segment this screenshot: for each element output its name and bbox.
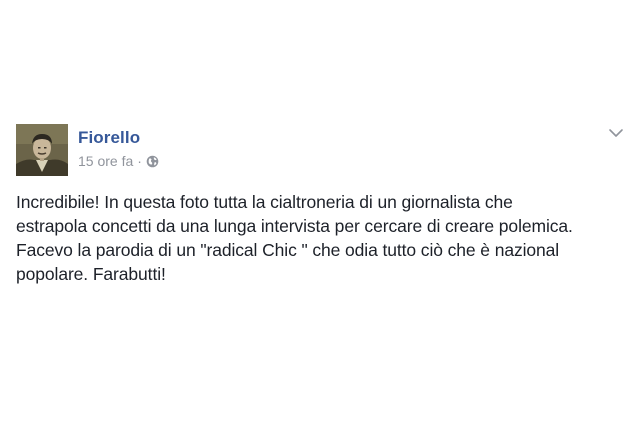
meta-separator: · <box>137 153 142 169</box>
timestamp[interactable]: 15 ore fa <box>78 153 133 169</box>
post-text: Incredibile! In questa foto tutta la cia… <box>16 190 631 286</box>
facebook-post: Fiorello 15 ore fa · Incredibile! In que… <box>0 0 638 425</box>
globe-icon[interactable] <box>146 155 159 168</box>
author-name[interactable]: Fiorello <box>78 128 140 148</box>
avatar[interactable] <box>16 124 68 176</box>
post-text-line: estrapola concetti da una lunga intervis… <box>16 216 573 236</box>
avatar-image <box>16 124 68 176</box>
post-meta: 15 ore fa · <box>78 153 159 169</box>
post-text-line: popolare. Farabutti! <box>16 264 166 284</box>
post-text-line: Incredibile! In questa foto tutta la cia… <box>16 192 513 212</box>
post-text-line: Facevo la parodia di un "radical Chic " … <box>16 240 560 260</box>
chevron-down-icon[interactable] <box>608 126 624 138</box>
